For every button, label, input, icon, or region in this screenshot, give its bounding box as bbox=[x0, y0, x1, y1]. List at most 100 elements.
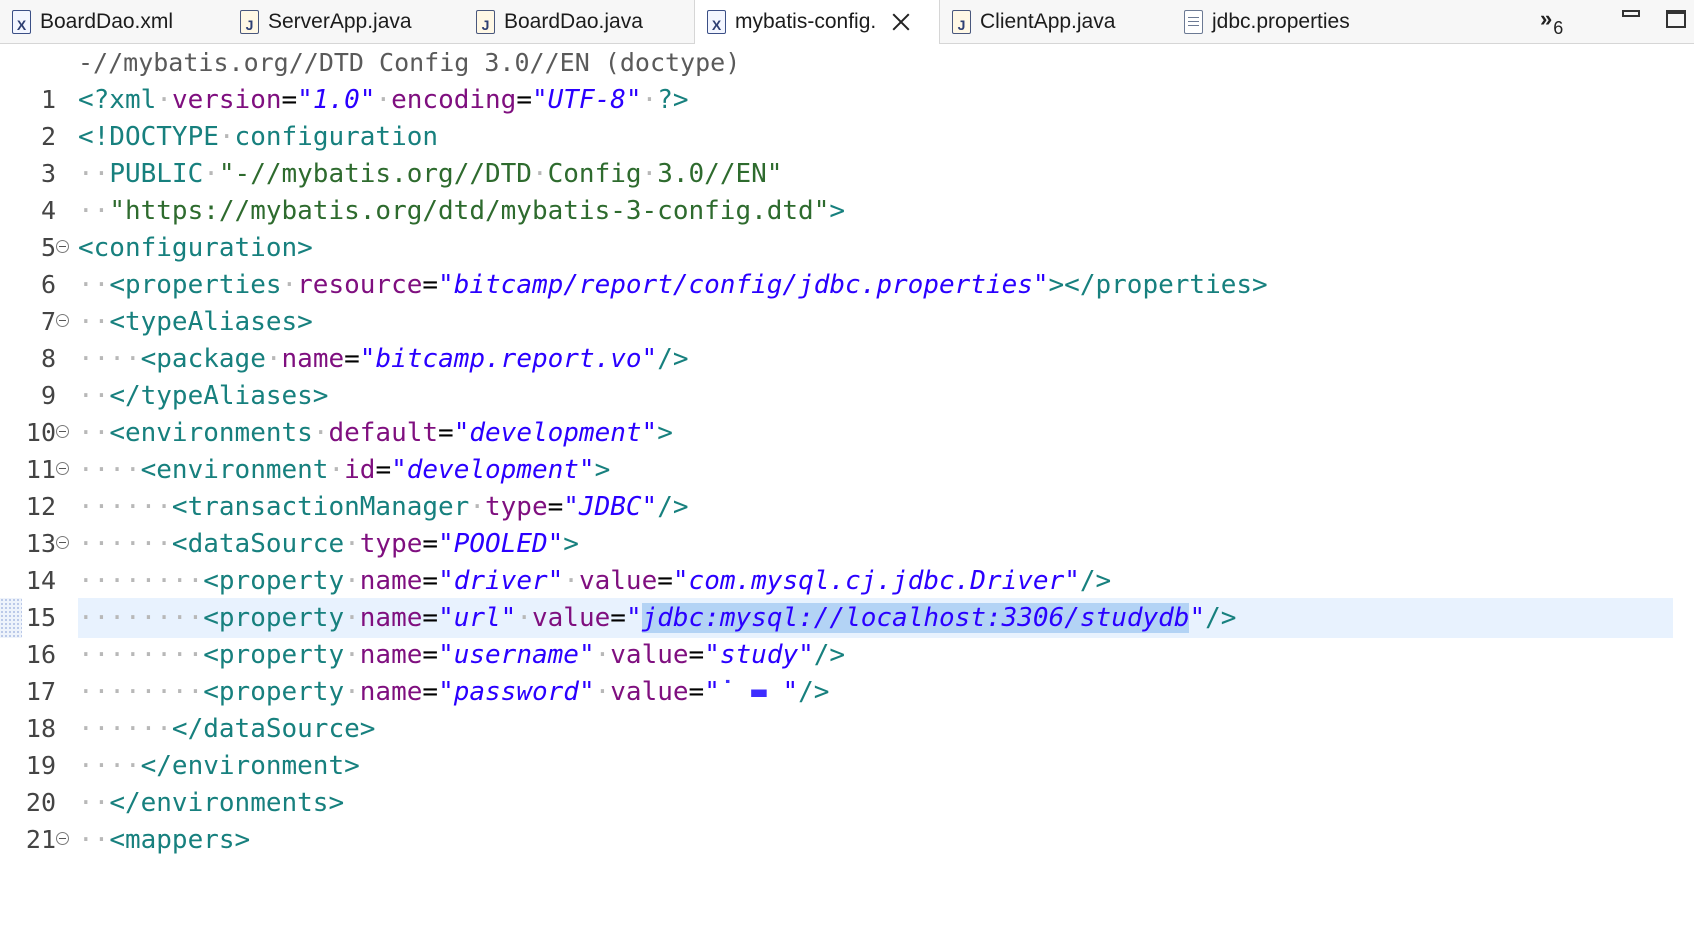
token: ········ bbox=[78, 640, 204, 670]
line-number: 2 bbox=[40, 122, 56, 151]
tab-overflow-button[interactable]: »6 bbox=[1540, 6, 1563, 38]
code-text: ····<environment·id="development"> bbox=[78, 450, 610, 490]
fold-collapse-icon[interactable] bbox=[56, 536, 69, 549]
token: "POOLED" bbox=[438, 529, 564, 559]
tab-label: BoardDao.xml bbox=[40, 9, 174, 33]
token: · bbox=[594, 677, 611, 707]
token: ·· bbox=[78, 159, 110, 189]
code-line[interactable]: 19 ····</environment> bbox=[0, 746, 1694, 786]
line-number: 20 bbox=[25, 788, 56, 817]
token: · bbox=[469, 492, 485, 522]
token: · bbox=[641, 85, 658, 115]
tab-clientapp-java[interactable]: J ClientApp.java bbox=[952, 0, 1115, 43]
token: · bbox=[516, 603, 532, 633]
token: "1.0" bbox=[297, 85, 376, 115]
line-number: 3 bbox=[40, 159, 56, 188]
tab-label: jdbc.properties bbox=[1212, 9, 1350, 33]
code-line[interactable]: 11 ····<environment·id="development"> bbox=[0, 450, 1694, 490]
line-number: 19 bbox=[25, 751, 56, 780]
code-line[interactable]: 20 ··</environments> bbox=[0, 783, 1694, 823]
tab-serverapp-java[interactable]: J ServerApp.java bbox=[240, 0, 412, 43]
tab-boarddao-java[interactable]: J BoardDao.java bbox=[476, 0, 643, 43]
tab-label: mybatis-config. bbox=[735, 10, 877, 33]
tab-jdbc-properties[interactable]: jdbc.properties bbox=[1184, 0, 1350, 43]
token: </environment> bbox=[140, 751, 360, 781]
overflow-chevron-icon: » bbox=[1540, 6, 1553, 31]
token: = bbox=[422, 566, 439, 596]
token: PUBLIC bbox=[109, 159, 204, 189]
token: = bbox=[422, 529, 439, 559]
token: = bbox=[516, 85, 532, 115]
code-line[interactable]: 1 <?xml·version="1.0"·encoding="UTF-8"·?> bbox=[0, 80, 1694, 120]
token: · bbox=[344, 529, 360, 559]
token: ·· bbox=[78, 418, 110, 448]
code-line[interactable]: 12 ······<transactionManager·type="JDBC"/… bbox=[0, 487, 1694, 527]
token: = bbox=[688, 677, 705, 707]
code-editor[interactable]: -//mybatis.org//DTD Config 3.0//EN (doct… bbox=[0, 44, 1694, 928]
fold-collapse-icon[interactable] bbox=[56, 462, 69, 475]
code-line[interactable]: 13 ······<dataSource·type="POOLED"> bbox=[0, 524, 1694, 564]
tab-label: ServerApp.java bbox=[268, 9, 412, 33]
maximize-button[interactable] bbox=[1666, 10, 1686, 28]
close-tab-icon[interactable] bbox=[890, 11, 912, 33]
fold-collapse-icon[interactable] bbox=[56, 425, 69, 438]
code-text: ··<mappers> bbox=[78, 820, 250, 860]
token: <mappers> bbox=[109, 825, 251, 855]
token: <?xml bbox=[78, 85, 157, 115]
token: /> bbox=[798, 677, 830, 707]
code-line[interactable]: 10 ··<environments·default="development"> bbox=[0, 413, 1694, 453]
code-text: ··</environments> bbox=[78, 783, 344, 823]
code-text: ········<property·name="username"·value=… bbox=[78, 635, 845, 675]
token: > bbox=[657, 418, 673, 448]
code-line[interactable]: 2 <!DOCTYPE·configuration bbox=[0, 117, 1694, 157]
code-line[interactable]: 14 ········<property·name="driver"·value=… bbox=[0, 561, 1694, 601]
fold-collapse-icon[interactable] bbox=[56, 832, 69, 845]
tab-mybatis-config[interactable]: Xmybatis-config. bbox=[694, 0, 940, 44]
code-text: ··<properties·resource="bitcamp/report/c… bbox=[78, 265, 1268, 305]
token: = bbox=[422, 603, 439, 633]
code-line[interactable]: 6 ··<properties·resource="bitcamp/report/… bbox=[0, 265, 1694, 305]
token: " bbox=[704, 677, 720, 707]
fold-collapse-icon[interactable] bbox=[56, 240, 69, 253]
code-text: ········<property·name="url"·value="jdbc… bbox=[78, 598, 1236, 638]
code-line[interactable]: 21 ··<mappers> bbox=[0, 820, 1694, 860]
line-number: 18 bbox=[25, 714, 56, 743]
minimize-button[interactable] bbox=[1622, 10, 1640, 17]
code-text: ··"https://mybatis.org/dtd/mybatis-3-con… bbox=[78, 191, 845, 231]
code-line[interactable]: 16 ········<property·name="username"·valu… bbox=[0, 635, 1694, 675]
token: · bbox=[563, 566, 579, 596]
line-number: 13 bbox=[25, 529, 56, 558]
tab-boarddao-xml[interactable]: X BoardDao.xml bbox=[12, 0, 173, 43]
token: ·· bbox=[78, 196, 110, 226]
code-text: <!DOCTYPE·configuration bbox=[78, 117, 438, 157]
line-number: 11 bbox=[25, 455, 56, 484]
token: = bbox=[688, 640, 705, 670]
token: · bbox=[312, 418, 329, 448]
token: > bbox=[563, 529, 579, 559]
code-line[interactable]: 8 ····<package·name="bitcamp.report.vo"/> bbox=[0, 339, 1694, 379]
token: ?> bbox=[657, 85, 689, 115]
code-line[interactable]: 7 ··<typeAliases> bbox=[0, 302, 1694, 342]
code-line[interactable]: 17 ········<property·name="password"·valu… bbox=[0, 672, 1694, 712]
line-number: 9 bbox=[40, 381, 56, 410]
fold-collapse-icon[interactable] bbox=[56, 314, 69, 327]
token: type bbox=[485, 492, 548, 522]
code-line[interactable]: 9 ··</typeAliases> bbox=[0, 376, 1694, 416]
code-line[interactable]: 5 <configuration> bbox=[0, 228, 1694, 268]
token: <environment bbox=[140, 455, 329, 485]
editor-tab-bar: X BoardDao.xml J ServerApp.java J BoardDao.ja… bbox=[0, 0, 1694, 44]
code-line[interactable]: 4 ··"https://mybatis.org/dtd/mybatis-3-co… bbox=[0, 191, 1694, 231]
code-line[interactable]: 18 ······</dataSource> bbox=[0, 709, 1694, 749]
xml-file-icon: X bbox=[707, 10, 726, 34]
token: · bbox=[218, 122, 235, 152]
token: ······ bbox=[78, 492, 172, 522]
line-number: 6 bbox=[40, 270, 56, 299]
token: "url" bbox=[438, 603, 517, 633]
token: <properties bbox=[109, 270, 282, 300]
token: resource bbox=[297, 270, 423, 300]
token: " bbox=[1189, 603, 1206, 633]
line-number: 14 bbox=[25, 566, 56, 595]
code-line[interactable]: 3 ··PUBLIC·"-//mybatis.org//DTD·Config·3.… bbox=[0, 154, 1694, 194]
code-line[interactable]: 15 ········<property·name="url"·value="jd… bbox=[0, 598, 1694, 638]
token: "development" bbox=[453, 418, 658, 448]
